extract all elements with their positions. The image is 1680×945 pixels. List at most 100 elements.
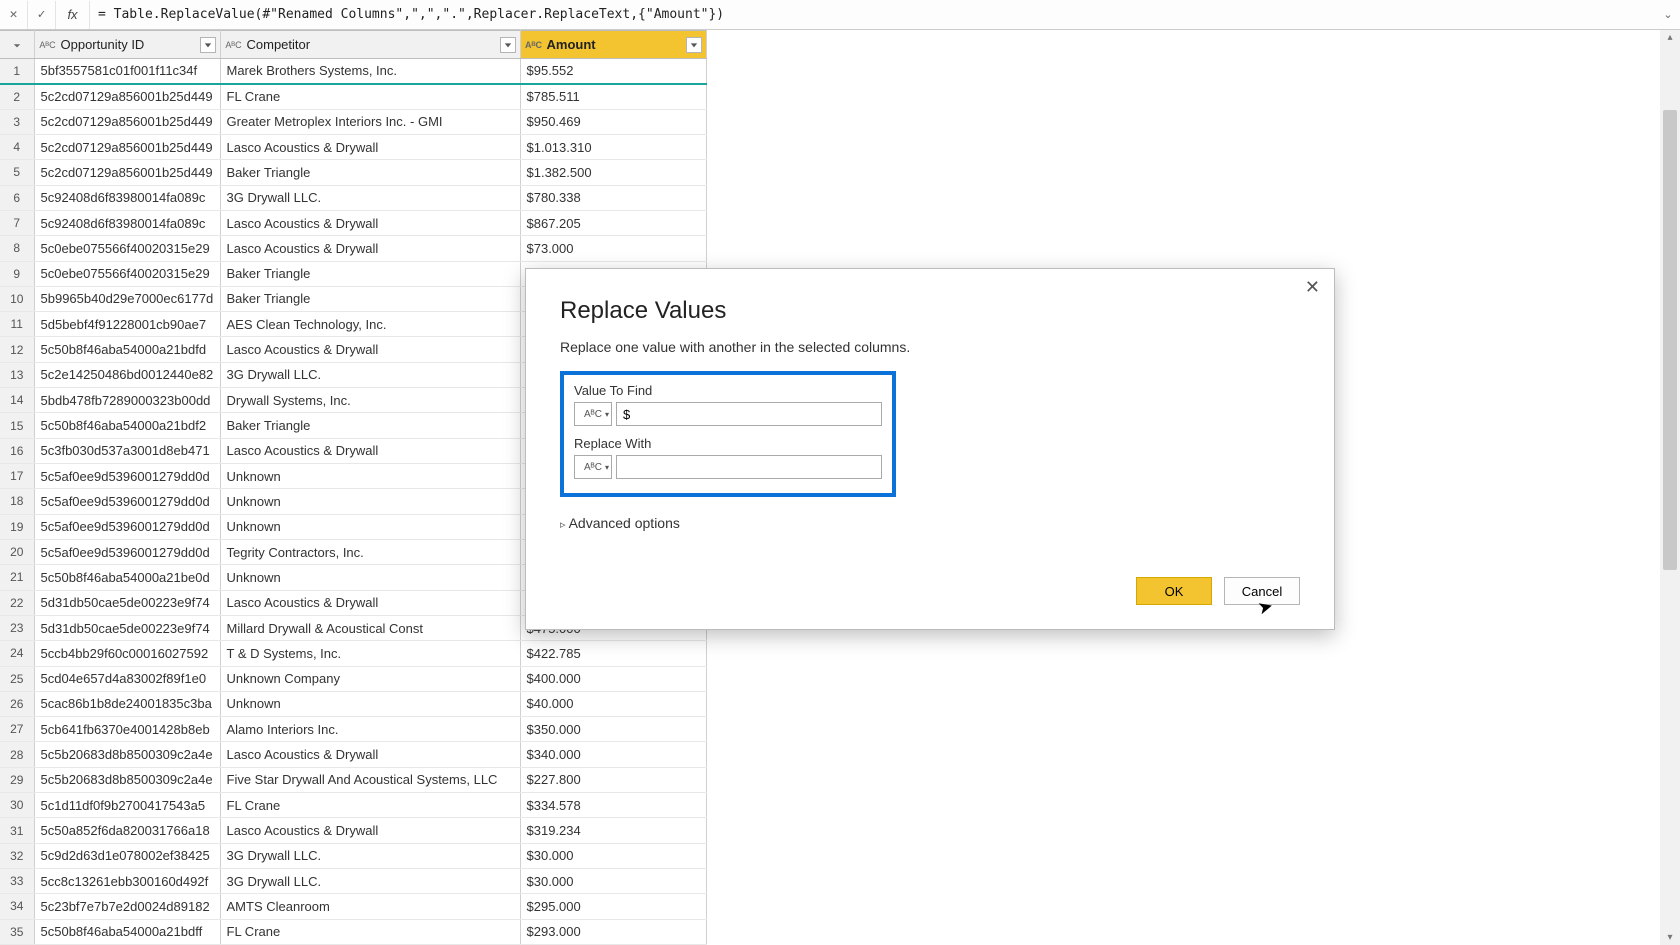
cell-competitor[interactable]: Marek Brothers Systems, Inc.	[220, 59, 520, 84]
column-header-amount[interactable]: AᴮC Amount	[520, 31, 706, 59]
row-number[interactable]: 7	[0, 210, 34, 235]
row-number[interactable]: 14	[0, 388, 34, 413]
cell-amount[interactable]: $227.800	[520, 767, 706, 792]
cell-amount[interactable]: $1.013.310	[520, 134, 706, 159]
cell-competitor[interactable]: T & D Systems, Inc.	[220, 641, 520, 666]
table-row[interactable]: 335cc8c13261ebb300160d492f3G Drywall LLC…	[0, 869, 706, 894]
cell-competitor[interactable]: Drywall Systems, Inc.	[220, 388, 520, 413]
cell-opportunity-id[interactable]: 5bdb478fb7289000323b00dd	[34, 388, 220, 413]
cell-competitor[interactable]: 3G Drywall LLC.	[220, 362, 520, 387]
row-number[interactable]: 33	[0, 869, 34, 894]
row-number[interactable]: 34	[0, 894, 34, 919]
cell-opportunity-id[interactable]: 5cd04e657d4a83002f89f1e0	[34, 666, 220, 691]
row-number[interactable]: 5	[0, 160, 34, 185]
row-number[interactable]: 6	[0, 185, 34, 210]
cell-amount[interactable]: $340.000	[520, 742, 706, 767]
cell-competitor[interactable]: Tegrity Contractors, Inc.	[220, 539, 520, 564]
table-row[interactable]: 255cd04e657d4a83002f89f1e0Unknown Compan…	[0, 666, 706, 691]
row-number[interactable]: 8	[0, 236, 34, 261]
close-icon[interactable]: ✕	[1305, 277, 1320, 298]
row-number[interactable]: 22	[0, 590, 34, 615]
cell-competitor[interactable]: Alamo Interiors Inc.	[220, 717, 520, 742]
row-number[interactable]: 26	[0, 691, 34, 716]
row-number[interactable]: 21	[0, 565, 34, 590]
table-row[interactable]: 325c9d2d63d1e078002ef384253G Drywall LLC…	[0, 843, 706, 868]
cell-opportunity-id[interactable]: 5cac86b1b8de24001835c3ba	[34, 691, 220, 716]
row-number[interactable]: 1	[0, 59, 34, 84]
row-number[interactable]: 4	[0, 134, 34, 159]
cell-opportunity-id[interactable]: 5c50b8f46aba54000a21bdff	[34, 919, 220, 944]
cell-amount[interactable]: $422.785	[520, 641, 706, 666]
cell-competitor[interactable]: Millard Drywall & Acoustical Const	[220, 615, 520, 640]
cell-opportunity-id[interactable]: 5c2cd07129a856001b25d449	[34, 160, 220, 185]
cell-amount[interactable]: $30.000	[520, 869, 706, 894]
row-number[interactable]: 35	[0, 919, 34, 944]
cell-competitor[interactable]: Unknown	[220, 691, 520, 716]
column-header-opportunity-id[interactable]: AᴮC Opportunity ID	[34, 31, 220, 59]
cell-amount[interactable]: $95.552	[520, 59, 706, 84]
cell-opportunity-id[interactable]: 5d31db50cae5de00223e9f74	[34, 615, 220, 640]
cell-competitor[interactable]: AES Clean Technology, Inc.	[220, 312, 520, 337]
cell-competitor[interactable]: FL Crane	[220, 919, 520, 944]
cell-opportunity-id[interactable]: 5c2cd07129a856001b25d449	[34, 84, 220, 109]
cell-opportunity-id[interactable]: 5cc8c13261ebb300160d492f	[34, 869, 220, 894]
cell-amount[interactable]: $295.000	[520, 894, 706, 919]
cell-competitor[interactable]: Unknown	[220, 565, 520, 590]
table-row[interactable]: 345c23bf7e7b7e2d0024d89182AMTS Cleanroom…	[0, 894, 706, 919]
cell-competitor[interactable]: Lasco Acoustics & Drywall	[220, 210, 520, 235]
cell-competitor[interactable]: Unknown Company	[220, 666, 520, 691]
expand-formula-button[interactable]: ⌄	[1656, 8, 1680, 21]
cell-opportunity-id[interactable]: 5c0ebe075566f40020315e29	[34, 236, 220, 261]
cell-amount[interactable]: $319.234	[520, 818, 706, 843]
row-number[interactable]: 3	[0, 109, 34, 134]
cell-opportunity-id[interactable]: 5c92408d6f83980014fa089c	[34, 210, 220, 235]
cell-amount[interactable]: $400.000	[520, 666, 706, 691]
cell-competitor[interactable]: Lasco Acoustics & Drywall	[220, 742, 520, 767]
cell-competitor[interactable]: Lasco Acoustics & Drywall	[220, 438, 520, 463]
table-row[interactable]: 315c50a852f6da820031766a18Lasco Acoustic…	[0, 818, 706, 843]
cell-opportunity-id[interactable]: 5c5b20683d8b8500309c2a4e	[34, 767, 220, 792]
cell-competitor[interactable]: Unknown	[220, 464, 520, 489]
cell-competitor[interactable]: 3G Drywall LLC.	[220, 843, 520, 868]
row-number[interactable]: 17	[0, 464, 34, 489]
cell-competitor[interactable]: Unknown	[220, 514, 520, 539]
value-to-find-input[interactable]	[616, 402, 882, 426]
table-row[interactable]: 15bf3557581c01f001f11c34fMarek Brothers …	[0, 59, 706, 84]
table-row[interactable]: 35c2cd07129a856001b25d449Greater Metropl…	[0, 109, 706, 134]
cell-amount[interactable]: $293.000	[520, 919, 706, 944]
row-number[interactable]: 10	[0, 286, 34, 311]
cell-amount[interactable]: $40.000	[520, 691, 706, 716]
cell-amount[interactable]: $30.000	[520, 843, 706, 868]
cell-amount[interactable]: $350.000	[520, 717, 706, 742]
cell-opportunity-id[interactable]: 5c9d2d63d1e078002ef38425	[34, 843, 220, 868]
row-number[interactable]: 16	[0, 438, 34, 463]
cell-opportunity-id[interactable]: 5c92408d6f83980014fa089c	[34, 185, 220, 210]
row-number[interactable]: 29	[0, 767, 34, 792]
replace-type-dropdown[interactable]: AᴮC	[574, 455, 612, 479]
cell-amount[interactable]: $950.469	[520, 109, 706, 134]
cell-competitor[interactable]: Five Star Drywall And Acoustical Systems…	[220, 767, 520, 792]
find-type-dropdown[interactable]: AᴮC	[574, 402, 612, 426]
table-row[interactable]: 355c50b8f46aba54000a21bdffFL Crane$293.0…	[0, 919, 706, 944]
row-number[interactable]: 30	[0, 793, 34, 818]
table-row[interactable]: 245ccb4bb29f60c00016027592T & D Systems,…	[0, 641, 706, 666]
cell-competitor[interactable]: Lasco Acoustics & Drywall	[220, 134, 520, 159]
formula-accept-button[interactable]: ✓	[28, 1, 56, 29]
row-number[interactable]: 28	[0, 742, 34, 767]
cell-competitor[interactable]: 3G Drywall LLC.	[220, 185, 520, 210]
table-row[interactable]: 55c2cd07129a856001b25d449Baker Triangle$…	[0, 160, 706, 185]
cell-opportunity-id[interactable]: 5c3fb030d537a3001d8eb471	[34, 438, 220, 463]
cell-competitor[interactable]: AMTS Cleanroom	[220, 894, 520, 919]
cell-competitor[interactable]: Unknown	[220, 489, 520, 514]
table-row[interactable]: 25c2cd07129a856001b25d449FL Crane$785.51…	[0, 84, 706, 109]
row-number[interactable]: 19	[0, 514, 34, 539]
cell-amount[interactable]: $334.578	[520, 793, 706, 818]
cell-opportunity-id[interactable]: 5d31db50cae5de00223e9f74	[34, 590, 220, 615]
cell-amount[interactable]: $1.382.500	[520, 160, 706, 185]
formula-cancel-button[interactable]: ✕	[0, 1, 28, 29]
row-number[interactable]: 32	[0, 843, 34, 868]
cell-competitor[interactable]: Baker Triangle	[220, 413, 520, 438]
table-row[interactable]: 275cb641fb6370e4001428b8ebAlamo Interior…	[0, 717, 706, 742]
table-row[interactable]: 285c5b20683d8b8500309c2a4eLasco Acoustic…	[0, 742, 706, 767]
cell-opportunity-id[interactable]: 5c5af0ee9d5396001279dd0d	[34, 539, 220, 564]
